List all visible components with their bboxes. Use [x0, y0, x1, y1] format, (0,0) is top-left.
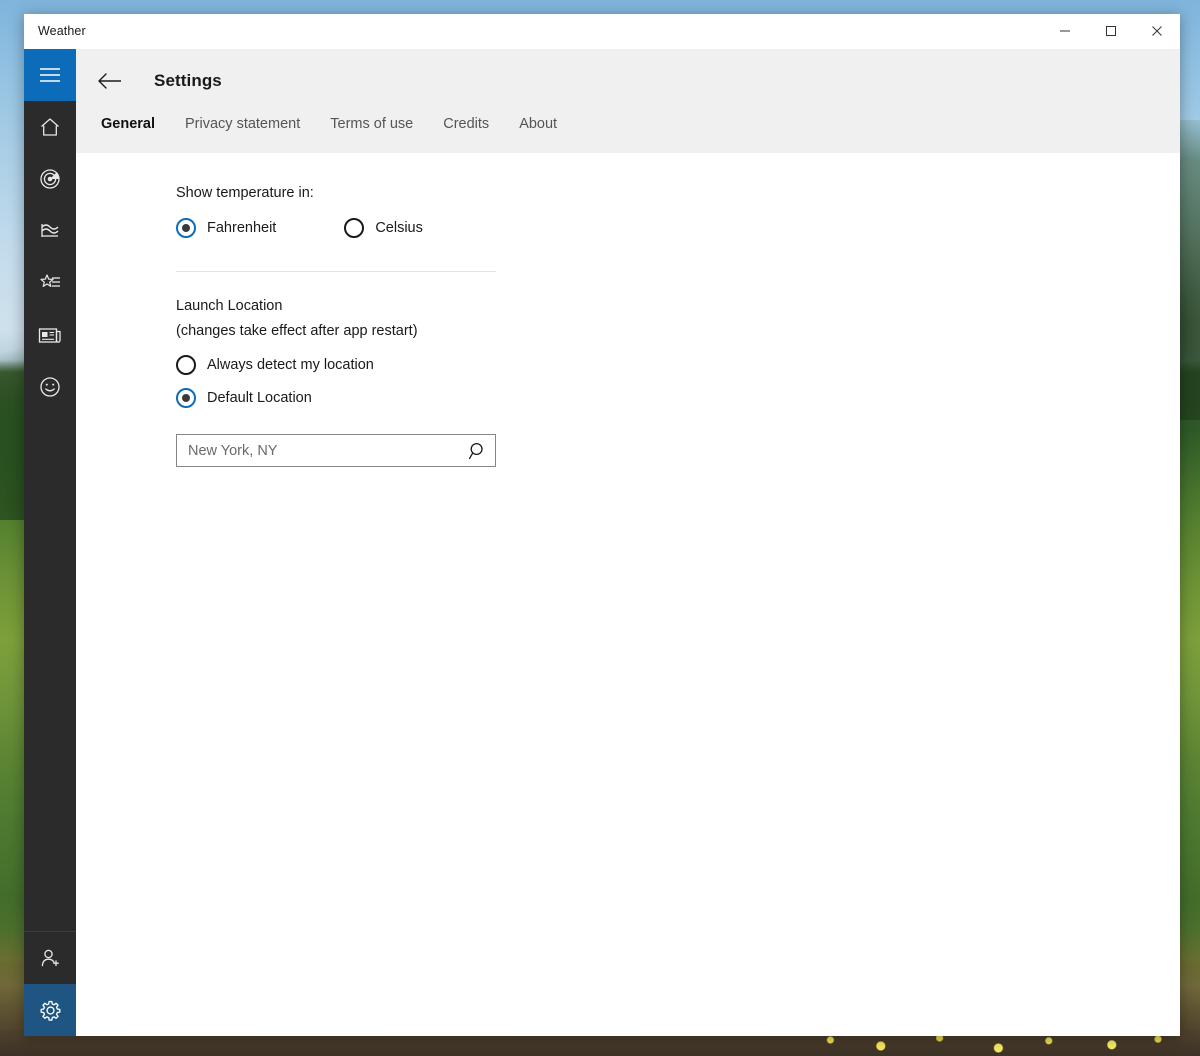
app-title: Weather [38, 24, 86, 38]
title-bar[interactable]: Weather [24, 14, 1180, 49]
sidebar-item-historical-weather[interactable] [24, 205, 76, 257]
settings-body: Show temperature in: Fahrenheit Celsius … [76, 153, 1180, 1036]
radio-fahrenheit[interactable]: Fahrenheit [176, 218, 276, 238]
settings-tabs: General Privacy statement Terms of use C… [76, 116, 1180, 134]
minimize-icon [1060, 30, 1070, 32]
radio-celsius-label: Celsius [375, 220, 423, 236]
maximize-icon [1106, 26, 1116, 36]
radio-default-location[interactable]: Default Location [176, 388, 1180, 408]
sidebar-item-send-feedback[interactable] [24, 361, 76, 413]
radio-celsius[interactable]: Celsius [344, 218, 423, 238]
temperature-section-label: Show temperature in: [176, 185, 314, 201]
settings-header-row: Settings [76, 49, 1180, 101]
sidebar-item-accounts[interactable] [24, 932, 76, 984]
tab-privacy-statement[interactable]: Privacy statement [185, 116, 300, 134]
default-location-search-box [176, 434, 496, 467]
radar-icon [40, 169, 60, 189]
section-divider [176, 271, 496, 272]
favorites-star-list-icon [39, 274, 60, 287]
launch-location-radio-group: Always detect my location Default Locati… [176, 355, 1180, 408]
add-person-icon [41, 949, 59, 967]
back-arrow-icon [98, 73, 121, 89]
back-button[interactable] [90, 61, 130, 101]
smiley-feedback-icon [40, 377, 60, 397]
radio-fahrenheit-label: Fahrenheit [207, 220, 277, 236]
tab-general[interactable]: General [101, 116, 155, 134]
weather-app-window: Weather Settings General Privacy stateme… [24, 14, 1180, 1036]
window-controls [1042, 14, 1180, 48]
sidebar-item-maps[interactable] [24, 153, 76, 205]
settings-content: Settings General Privacy statement Terms… [76, 49, 1180, 1036]
search-icon [468, 442, 483, 459]
tab-credits[interactable]: Credits [443, 116, 489, 134]
launch-location-note: (changes take effect after app restart) [176, 323, 418, 339]
navigation-sidebar [24, 49, 76, 1036]
window-body: Settings General Privacy statement Terms… [24, 49, 1180, 1036]
sidebar-item-forecast[interactable] [24, 101, 76, 153]
radio-celsius-mark [344, 218, 365, 238]
sidebar-item-navigation-menu[interactable] [24, 49, 76, 101]
sidebar-item-favorites[interactable] [24, 257, 76, 309]
search-button[interactable] [461, 435, 495, 466]
close-icon [1152, 26, 1162, 36]
launch-location-title: Launch Location [176, 298, 283, 314]
radio-fahrenheit-mark [176, 218, 196, 238]
gear-icon [40, 1000, 60, 1021]
home-icon [41, 118, 59, 136]
radio-default-location-mark [176, 388, 196, 408]
settings-header: Settings General Privacy statement Terms… [76, 49, 1180, 153]
minimize-button[interactable] [1042, 14, 1088, 48]
page-title: Settings [154, 71, 222, 90]
radio-always-detect-label: Always detect my location [207, 357, 374, 373]
news-icon [38, 328, 61, 343]
radio-always-detect-mark [176, 355, 196, 375]
tab-about[interactable]: About [519, 116, 557, 134]
radio-always-detect-my-location[interactable]: Always detect my location [176, 355, 1180, 375]
close-button[interactable] [1134, 14, 1180, 48]
radio-default-location-label: Default Location [207, 390, 312, 406]
launch-location-section: Launch Location (changes take effect aft… [176, 298, 1180, 467]
sidebar-item-settings[interactable] [24, 984, 76, 1036]
maximize-button[interactable] [1088, 14, 1134, 48]
sidebar-item-news[interactable] [24, 309, 76, 361]
temperature-radio-group: Fahrenheit Celsius [176, 218, 1180, 238]
hamburger-menu-icon [40, 68, 60, 82]
tab-terms-of-use[interactable]: Terms of use [330, 116, 413, 134]
historical-weather-icon [41, 224, 59, 237]
default-location-search-input[interactable] [177, 435, 461, 466]
